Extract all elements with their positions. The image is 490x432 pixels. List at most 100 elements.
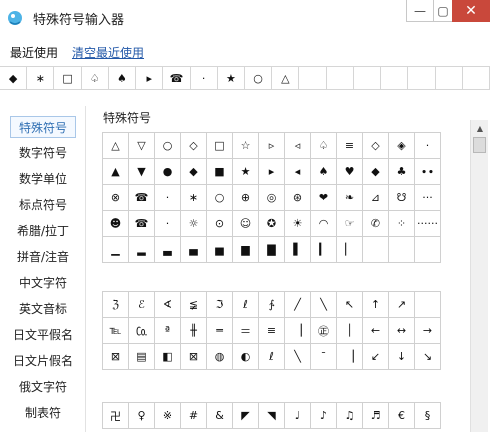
category-item[interactable]: 日文平假名 — [0, 324, 86, 346]
symbol-cell[interactable]: ······ — [415, 211, 441, 237]
symbol-cell[interactable]: ↑ — [363, 292, 389, 318]
symbol-cell[interactable]: ⊙ — [207, 211, 233, 237]
category-item[interactable]: 俄文字符 — [0, 376, 86, 398]
symbol-cell[interactable]: ◆ — [363, 159, 389, 185]
symbol-cell[interactable]: ⊠ — [103, 344, 129, 370]
symbol-cell[interactable]: ▕ — [337, 344, 363, 370]
symbol-cell[interactable]: ═ — [207, 318, 233, 344]
symbol-cell[interactable]: ▎ — [311, 237, 337, 263]
vertical-scrollbar[interactable]: ▲ — [470, 120, 488, 432]
symbol-cell[interactable]: ↓ — [389, 344, 415, 370]
category-item[interactable]: 拼音/注音 — [0, 246, 86, 268]
symbol-cell[interactable]: ☆ — [233, 133, 259, 159]
symbol-cell[interactable]: ☋ — [389, 185, 415, 211]
symbol-cell[interactable]: § — [415, 403, 441, 429]
symbol-cell[interactable]: ▤ — [129, 344, 155, 370]
symbol-cell[interactable]: ▁ — [103, 237, 129, 263]
category-item[interactable]: 中文字符 — [0, 272, 86, 294]
symbol-cell[interactable]: ↔ — [389, 318, 415, 344]
symbol-cell[interactable]: ⊠ — [181, 344, 207, 370]
symbol-cell[interactable]: ▄ — [181, 237, 207, 263]
symbol-cell[interactable]: ▸ — [259, 159, 285, 185]
symbol-cell[interactable]: ❧ — [337, 185, 363, 211]
symbol-cell[interactable]: ∢ — [155, 292, 181, 318]
symbol-cell[interactable]: ♤ — [311, 133, 337, 159]
symbol-cell[interactable]: ≡ — [259, 318, 285, 344]
symbol-cell[interactable]: ℓ — [259, 344, 285, 370]
category-item[interactable]: 英文音标 — [0, 298, 86, 320]
symbol-cell[interactable]: ♠ — [311, 159, 337, 185]
recent-symbol-cell[interactable]: ♤ — [82, 67, 109, 89]
symbol-cell[interactable]: ♣ — [389, 159, 415, 185]
close-button[interactable]: ✕ — [452, 0, 490, 22]
recent-symbol-cell[interactable]: ◆ — [0, 67, 28, 89]
symbol-cell[interactable]: ㏇ — [129, 318, 155, 344]
recent-symbol-cell[interactable]: ○ — [245, 67, 273, 89]
symbol-cell[interactable]: ▇ — [259, 237, 285, 263]
symbol-cell[interactable]: ● — [155, 159, 181, 185]
symbol-cell[interactable]: ◂ — [285, 159, 311, 185]
symbol-cell[interactable]: & — [207, 403, 233, 429]
symbol-cell[interactable]: ☎ — [129, 185, 155, 211]
symbol-cell[interactable]: ▌ — [285, 237, 311, 263]
recent-symbol-cell[interactable]: ∗ — [27, 67, 55, 89]
symbol-cell[interactable]: ··· — [415, 185, 441, 211]
category-item[interactable]: 数学单位 — [0, 168, 86, 190]
symbol-cell[interactable]: ≡ — [337, 133, 363, 159]
symbol-cell[interactable]: ℡ — [103, 318, 129, 344]
category-item[interactable]: 特殊符号 — [10, 116, 76, 138]
symbol-cell[interactable]: ◠ — [311, 211, 337, 237]
symbol-cell[interactable]: ℑ — [207, 292, 233, 318]
recent-symbol-cell[interactable]: ▸ — [136, 67, 164, 89]
symbol-cell[interactable]: ◇ — [181, 133, 207, 159]
symbol-cell[interactable]: ※ — [155, 403, 181, 429]
symbol-cell[interactable]: ¯ — [311, 344, 337, 370]
recent-symbol-cell[interactable]: ☎ — [163, 67, 191, 89]
symbol-cell[interactable]: ▽ — [129, 133, 155, 159]
symbol-cell[interactable]: ◍ — [207, 344, 233, 370]
symbol-cell[interactable]: ∗ — [181, 185, 207, 211]
symbol-cell[interactable]: □ — [207, 133, 233, 159]
symbol-cell[interactable]: # — [181, 403, 207, 429]
category-item[interactable]: 标点符号 — [0, 194, 86, 216]
symbol-cell[interactable]: ❤ — [311, 185, 337, 211]
symbol-cell[interactable]: ■ — [207, 159, 233, 185]
symbol-cell[interactable]: ℰ — [129, 292, 155, 318]
symbol-cell[interactable]: ╲ — [285, 344, 311, 370]
symbol-cell[interactable]: ✆ — [363, 211, 389, 237]
symbol-cell[interactable]: ◎ — [259, 185, 285, 211]
symbol-cell[interactable]: ▼ — [129, 159, 155, 185]
symbol-cell[interactable]: ℨ — [103, 292, 129, 318]
symbol-cell[interactable]: ▹ — [259, 133, 285, 159]
symbol-cell[interactable]: · — [415, 133, 441, 159]
symbol-cell[interactable]: ← — [363, 318, 389, 344]
recent-symbol-cell[interactable]: ♠ — [109, 67, 137, 89]
symbol-cell[interactable]: ♩ — [285, 403, 311, 429]
symbol-cell[interactable]: ↙ — [363, 344, 389, 370]
clear-recent-link[interactable]: 清空最近使用 — [72, 44, 144, 61]
recent-symbol-cell[interactable]: △ — [272, 67, 300, 89]
symbol-cell[interactable]: ╲ — [311, 292, 337, 318]
recent-symbol-cell[interactable]: ★ — [218, 67, 245, 89]
symbol-cell[interactable]: ▃ — [155, 237, 181, 263]
symbol-cell[interactable]: ∱ — [259, 292, 285, 318]
symbol-cell[interactable]: ☎ — [129, 211, 155, 237]
symbol-cell[interactable]: 卍 — [103, 403, 129, 429]
symbol-cell[interactable]: │ — [337, 318, 363, 344]
category-item[interactable]: 制表符 — [0, 402, 86, 424]
scroll-thumb[interactable] — [473, 137, 486, 153]
symbol-cell[interactable]: ↗ — [389, 292, 415, 318]
symbol-cell[interactable]: ↘ — [415, 344, 441, 370]
symbol-cell[interactable]: ⊿ — [363, 185, 389, 211]
symbol-cell[interactable]: ▲ — [103, 159, 129, 185]
minimize-button[interactable]: — — [406, 0, 434, 22]
symbol-cell[interactable]: ♫ — [337, 403, 363, 429]
symbol-cell[interactable]: ▏ — [337, 237, 363, 263]
symbol-cell[interactable]: ♬ — [363, 403, 389, 429]
category-item[interactable]: 希腊/拉丁 — [0, 220, 86, 242]
symbol-cell[interactable]: ⊗ — [103, 185, 129, 211]
symbol-cell[interactable]: ▂ — [129, 237, 155, 263]
recent-symbol-cell[interactable]: □ — [54, 67, 82, 89]
symbol-cell[interactable]: ∙∙ — [415, 159, 441, 185]
symbol-cell[interactable]: ＝ — [233, 318, 259, 344]
